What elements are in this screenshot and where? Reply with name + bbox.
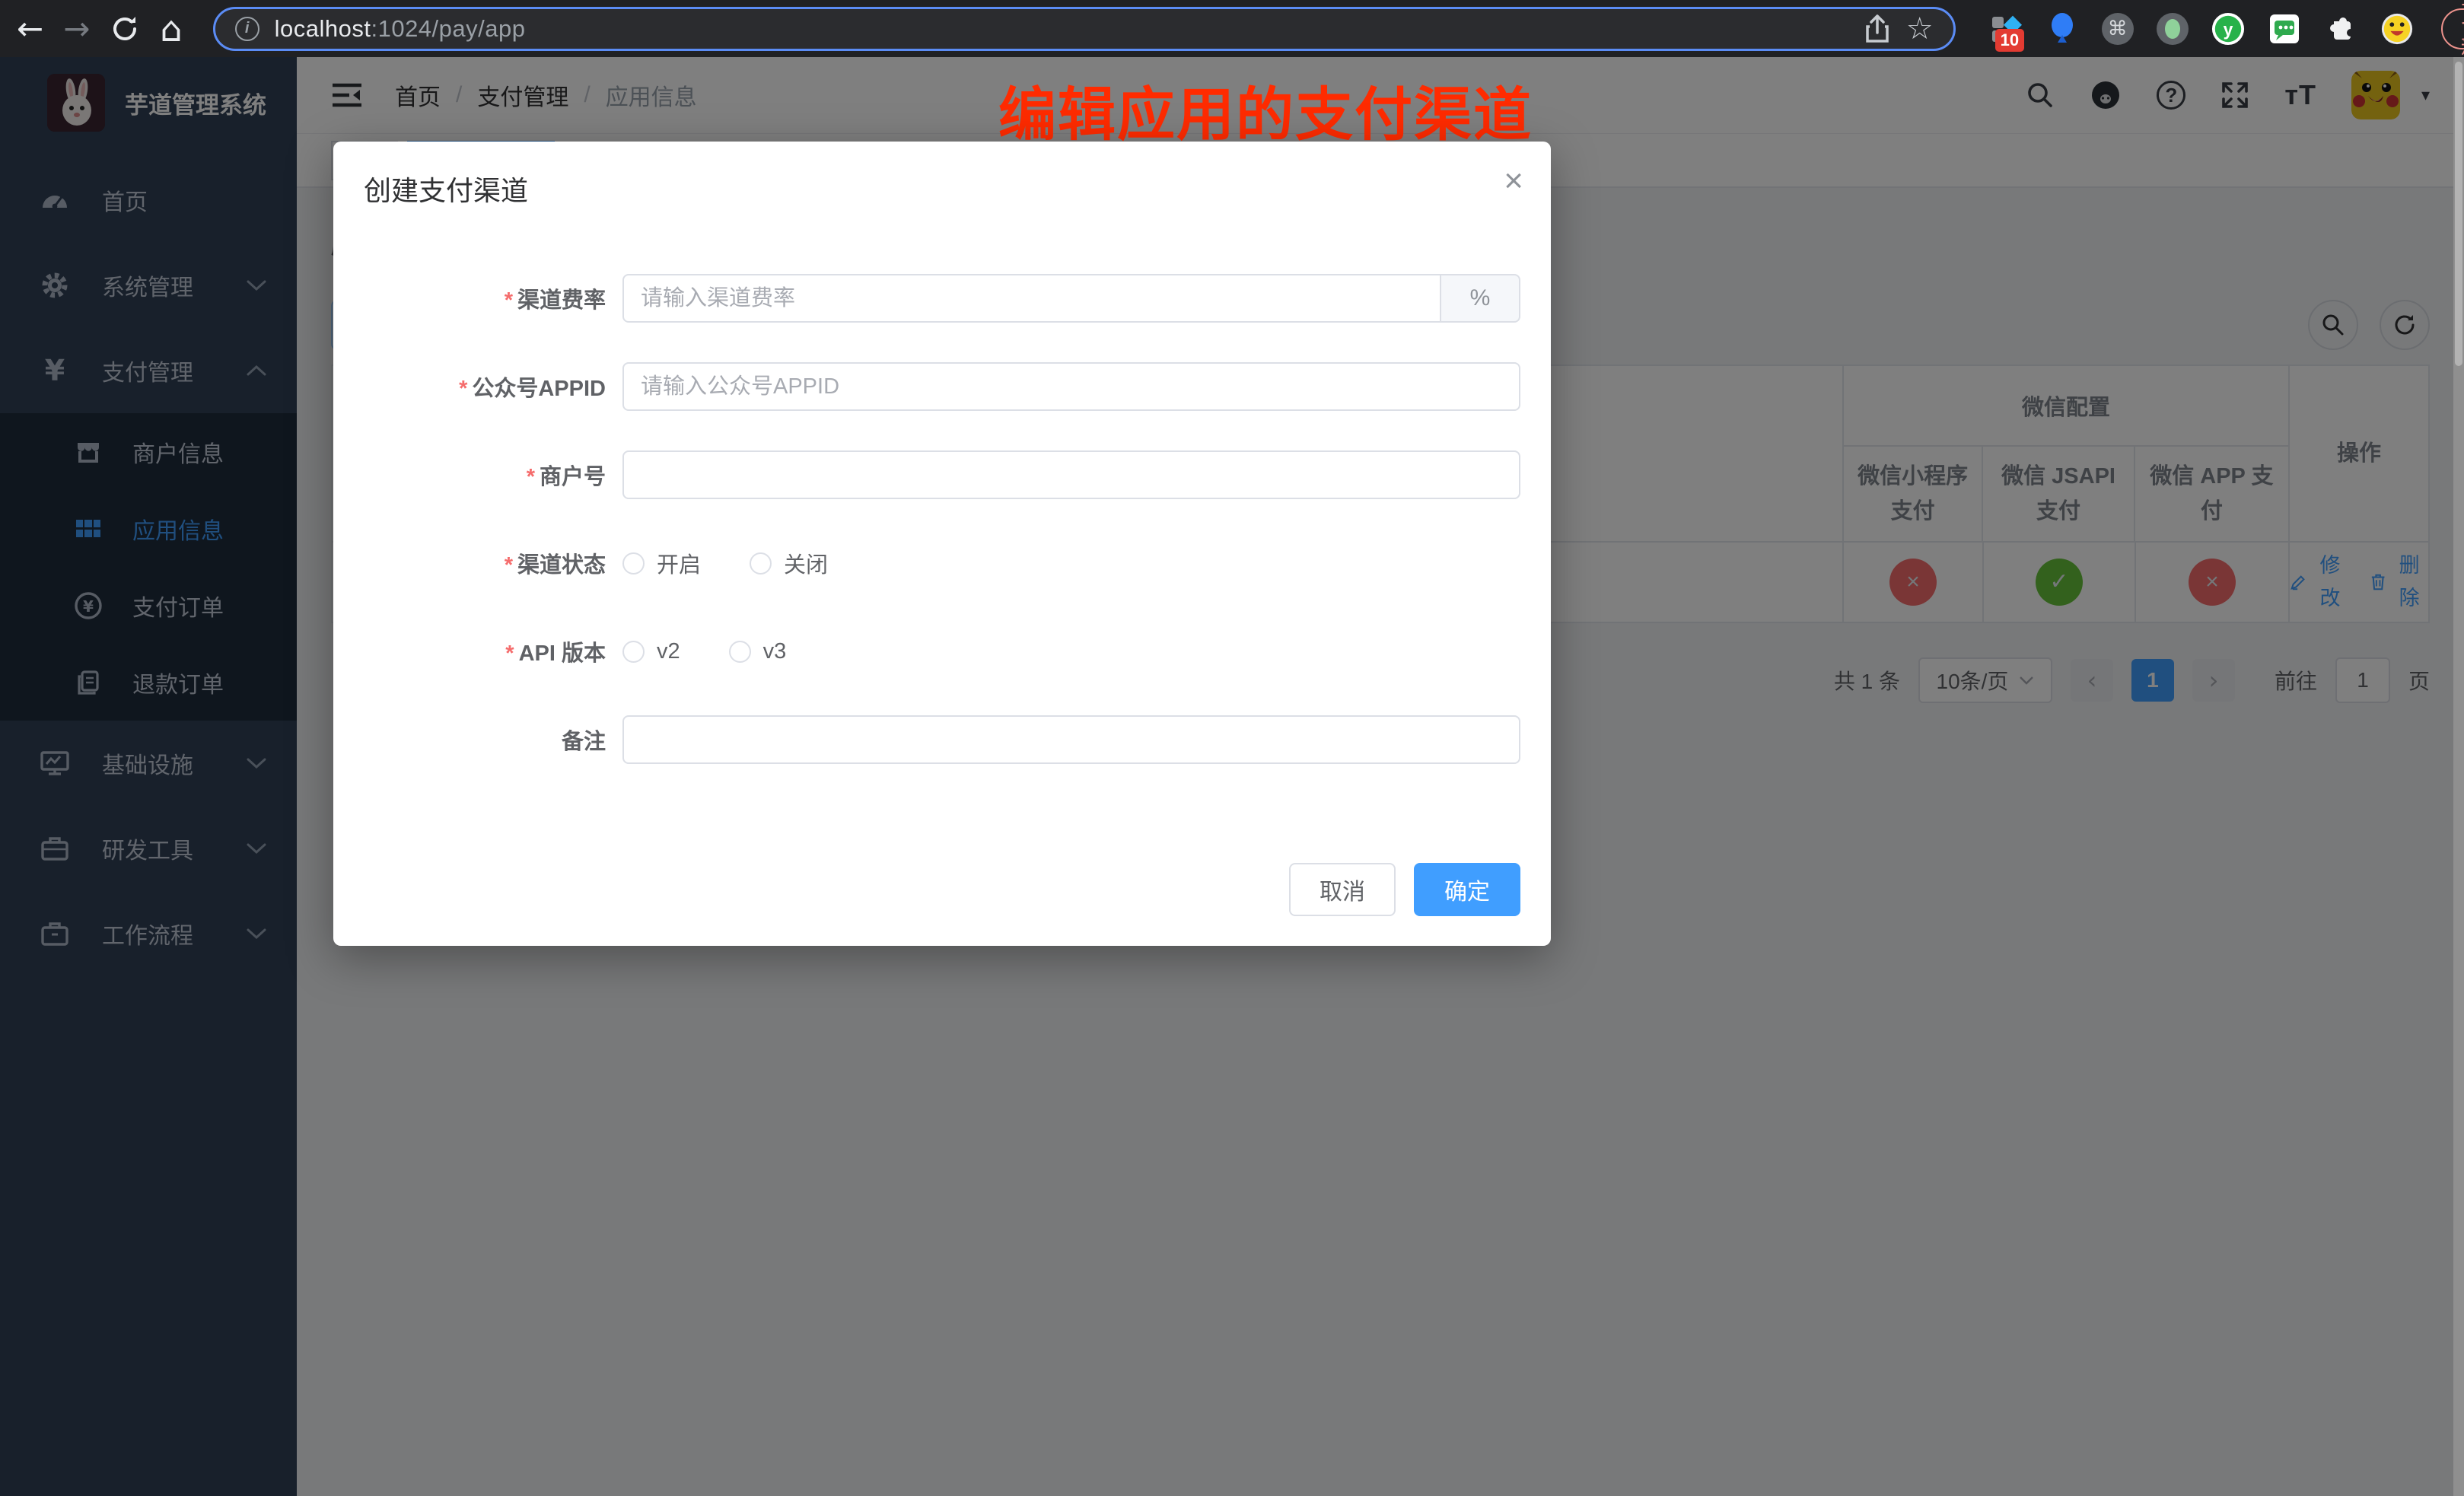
browser-update-button[interactable]: 更新 [2441,8,2464,49]
radio-api-v3[interactable]: v3 [729,639,787,664]
radio-circle [729,641,751,663]
browser-reload-icon[interactable] [110,14,140,44]
percent-suffix: % [1441,274,1520,323]
extensions-row: 10 ⌘ y [1989,12,2414,46]
rate-label: 渠道费率 [517,288,606,313]
extension-chat-icon[interactable] [2268,12,2301,46]
dialog-close-icon[interactable]: × [1504,164,1523,198]
form-row-api: *API 版本 v2 v3 [364,627,1520,676]
required-asterisk: * [505,553,513,578]
required-asterisk: * [527,465,535,489]
dialog-footer: 取消 确定 [1289,863,1520,916]
api-label: API 版本 [519,641,606,666]
form-row-status: *渠道状态 开启 关闭 [364,539,1520,587]
remark-label: 备注 [562,730,606,754]
extension-devtools-icon[interactable]: 10 [1989,12,2023,46]
screen: ← → ⌂ i localhost:1024/pay/app ☆ 10 ⌘ [0,0,2464,1496]
radio-circle [750,552,772,575]
required-asterisk: * [505,641,514,666]
site-info-icon[interactable]: i [235,17,259,41]
annotation-text: 编辑应用的支付渠道 [998,68,1533,151]
bookmark-star-icon[interactable]: ☆ [1906,11,1934,46]
url-text: localhost:1024/pay/app [275,15,526,43]
confirm-button[interactable]: 确定 [1414,863,1520,916]
extension-puzzle-icon[interactable] [2324,12,2357,46]
radio-circle [622,552,645,575]
share-icon[interactable] [1864,14,1891,44]
radio-status-on[interactable]: 开启 [622,547,701,579]
appid-label: 公众号APPID [472,377,606,401]
cancel-button[interactable]: 取消 [1289,863,1396,916]
extension-emoji-icon[interactable] [2380,12,2414,46]
required-asterisk: * [505,288,513,313]
page-scrollbar[interactable] [2453,57,2464,1496]
form-row-remark: 备注 [364,715,1520,764]
extension-balloon-icon[interactable] [2045,12,2079,46]
status-label: 渠道状态 [517,553,606,578]
extension-green-dot-icon[interactable] [2157,13,2189,45]
scrollbar-thumb[interactable] [2455,62,2462,366]
merchant-label: 商户号 [540,465,606,489]
create-channel-dialog: 创建支付渠道 × *渠道费率 % *公众号APPID [333,142,1551,946]
extension-y-icon[interactable]: y [2211,12,2245,46]
browser-home-icon[interactable]: ⌂ [160,11,182,46]
merchant-input[interactable] [622,450,1520,499]
dialog-form: *渠道费率 % *公众号APPID *商户号 [364,274,1520,804]
form-row-rate: *渠道费率 % [364,274,1520,323]
remark-input[interactable] [622,715,1520,764]
radio-api-v2[interactable]: v2 [622,639,680,664]
extension-badge: 10 [1995,29,2024,52]
radio-circle [622,641,645,663]
rate-input[interactable] [622,274,1441,323]
form-row-appid: *公众号APPID [364,362,1520,411]
appid-input[interactable] [622,362,1520,411]
browser-back-icon[interactable]: ← [17,13,43,45]
browser-forward-icon[interactable]: → [63,13,90,45]
required-asterisk: * [459,377,467,401]
dialog-title: 创建支付渠道 [364,169,528,208]
form-row-merchant: *商户号 [364,450,1520,499]
url-bar[interactable]: i localhost:1024/pay/app ☆ [213,7,1956,51]
radio-status-off[interactable]: 关闭 [750,547,828,579]
extension-command-icon[interactable]: ⌘ [2102,13,2134,45]
browser-chrome: ← → ⌂ i localhost:1024/pay/app ☆ 10 ⌘ [0,0,2464,57]
app-root: 芋道管理系统 首页 系统管理 [0,57,2464,1496]
svg-text:y: y [2223,19,2233,39]
